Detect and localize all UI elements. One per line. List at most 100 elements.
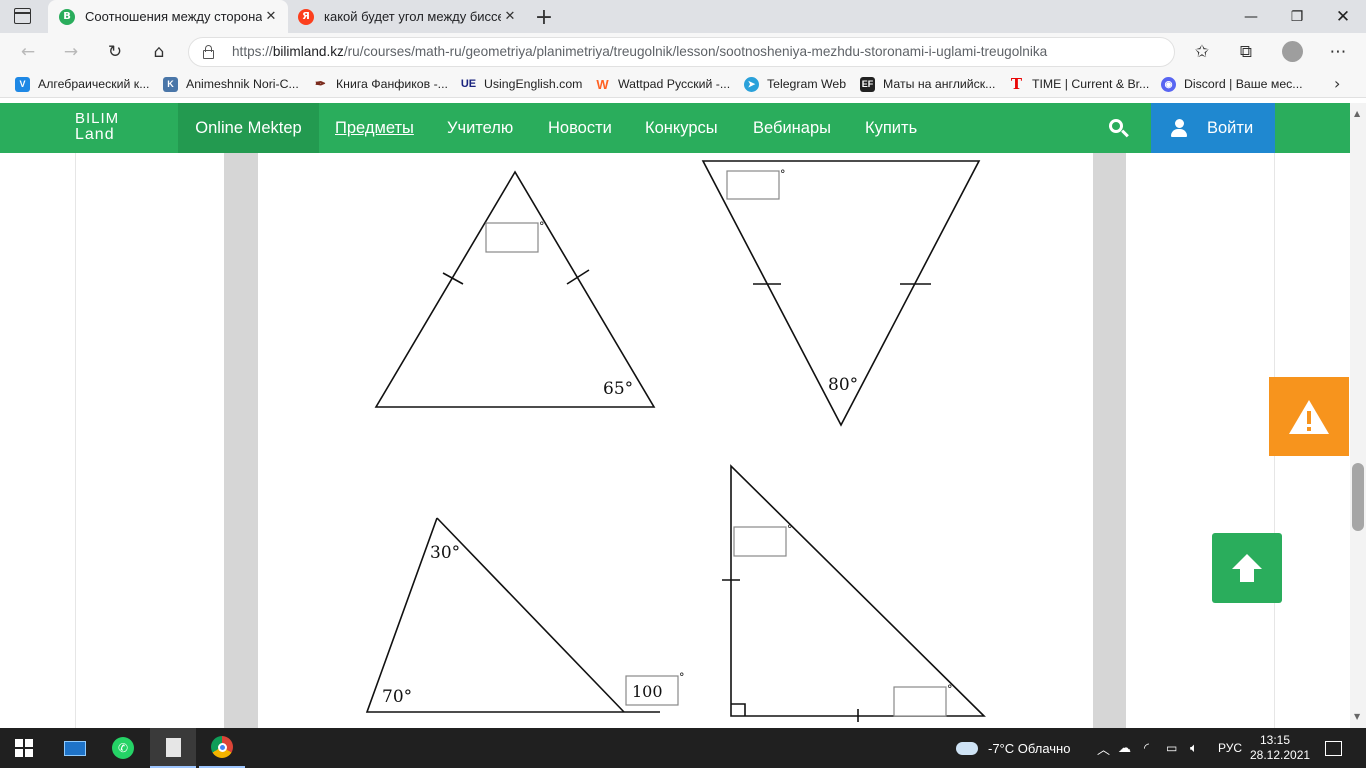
yandex-icon: Я [298,8,314,25]
onedrive-icon[interactable]: ☁ [1118,728,1131,768]
logo-line2: Land [75,126,115,143]
tick-mark [442,272,464,285]
collections-icon[interactable]: ⧉ [1231,37,1261,67]
clock-date: 28.12.2021 [1250,748,1311,762]
user-icon [1171,119,1187,137]
bookmark-item[interactable]: ✒ Книга Фанфиков -... [313,75,448,93]
favorites-icon[interactable]: ✩ [1187,37,1217,67]
bookmarks-bar: V Алгебраический к... K Animeshnik Nori-C.… [0,70,1366,98]
nav-kupit[interactable]: Купить [865,103,917,153]
lock-icon[interactable] [203,45,214,59]
scrollbar-thumb[interactable] [1352,463,1364,531]
warning-icon [1289,399,1329,434]
login-button[interactable]: Войти [1151,103,1275,153]
close-icon[interactable]: ✕ [262,8,280,26]
wifi-icon[interactable]: ◜ [1144,728,1149,768]
address-bar[interactable]: https://bilimland.kz/ru/courses/math-ru/… [188,37,1175,67]
nav-konkursy[interactable]: Конкурсы [645,103,718,153]
forward-icon[interactable]: → [56,37,86,67]
home-icon[interactable]: ⌂ [144,37,174,67]
new-tab-icon[interactable]: + [533,5,555,30]
search-icon[interactable] [1109,119,1129,139]
refresh-icon[interactable]: ↻ [100,37,130,67]
tick-mark [566,269,590,285]
answer-value-100: 100 [632,682,663,701]
answer-box-t4-bottom-right[interactable] [893,686,947,717]
cloud-icon [956,741,978,755]
notepad-app-icon[interactable] [150,728,196,768]
bookmark-item[interactable]: ◉ Discord | Ваше мес... [1161,75,1303,93]
bookmark-item[interactable]: UE UsingEnglish.com [461,75,583,93]
login-label: Войти [1207,118,1254,137]
ef-icon: EF [860,76,875,92]
bookmark-item[interactable]: EF Маты на английск... [860,75,995,93]
bookmark-label: UsingEnglish.com [484,77,583,91]
bookmark-item[interactable]: W Wattpad Русский -... [595,75,730,93]
discord-icon: ◉ [1161,76,1176,92]
triangle-exterior-3 [365,517,660,713]
weather-widget[interactable]: -7°C Облачно [956,728,1070,768]
battery-icon[interactable]: ▭ [1166,728,1177,768]
tab-active[interactable]: B Соотношения между сторонам ✕ [48,0,288,33]
tab-title: какой будет угол между биссек [324,9,501,24]
bookmark-label: Discord | Ваше мес... [1184,77,1303,91]
chevron-up-icon[interactable]: ︿ [1097,728,1110,768]
answer-box-t2-top-left[interactable] [726,170,780,200]
right-angle-mark [731,703,746,716]
nav-novosti[interactable]: Новости [548,103,612,153]
whatsapp-icon[interactable]: ✆ [112,728,134,768]
profile-avatar[interactable] [1282,41,1303,62]
nav-vebinary[interactable]: Вебинары [753,103,831,153]
triangle-side [436,517,625,713]
wattpad-icon: W [596,76,609,92]
vk-icon: K [163,76,178,92]
angle-label-70: 70° [382,687,412,707]
chrome-app-icon[interactable] [199,728,245,768]
answer-box-t1-top[interactable] [485,222,539,253]
bookmark-label: Алгебраический к... [38,77,150,91]
angle-label-30: 30° [430,543,460,563]
scroll-up-arrow[interactable]: ▲ [1354,109,1360,118]
more-menu-icon[interactable]: ⋯ [1323,37,1353,67]
url-scheme: https:// [232,44,273,59]
degree-sign: ° [539,220,545,233]
answer-box-t4-top[interactable] [733,526,787,557]
volume-icon[interactable]: 🔈︎ [1190,728,1198,768]
degree-sign: ° [787,523,793,536]
restore-icon[interactable]: ❐ [1274,0,1320,33]
scroll-top-button[interactable] [1212,533,1282,603]
degree-sign: ° [780,168,786,181]
page-scrollbar[interactable]: ▲ ▼ [1350,103,1366,728]
nav-predmety[interactable]: Предметы [335,103,414,153]
bookmark-label: Animeshnik Nori-C... [186,77,299,91]
bookmark-item[interactable]: K Animeshnik Nori-C... [163,75,299,93]
report-error-button[interactable] [1269,377,1349,456]
language-indicator[interactable]: РУС [1218,728,1242,768]
close-window-icon[interactable]: ✕ [1320,0,1366,33]
site-header: BILIM Land Online Mektep Предметы Учител… [0,103,1366,153]
notifications-icon[interactable] [1325,728,1342,768]
chevron-right-icon[interactable]: › [1334,74,1340,93]
tab-inactive[interactable]: Я какой будет угол между биссек ✕ [289,0,527,33]
bookmark-item[interactable]: V Алгебраический к... [15,75,149,93]
url-text[interactable]: https://bilimland.kz/ru/courses/math-ru/… [232,44,1047,59]
quill-icon: ✒ [315,76,326,91]
nav-uchitelyu[interactable]: Учителю [447,103,513,153]
bookmark-item[interactable]: ➤ Telegram Web [744,75,846,93]
tab-actions-icon[interactable] [14,8,31,24]
degree-sign: ° [947,683,953,696]
triangle-right-4 [730,464,986,717]
minimize-icon[interactable]: — [1228,0,1274,33]
bilimland-logo[interactable]: BILIM Land [75,111,119,143]
clock[interactable]: 13:15 28.12.2021 [1250,733,1311,763]
back-icon[interactable]: ← [13,37,43,67]
scroll-down-arrow[interactable]: ▼ [1354,712,1360,721]
mail-icon[interactable] [64,728,86,768]
close-icon[interactable]: ✕ [501,8,519,26]
nav-online-mektep[interactable]: Online Mektep [178,103,319,153]
telegram-icon: ➤ [744,76,759,92]
windows-start-icon[interactable] [15,728,33,768]
bookmark-item[interactable]: T TIME | Current & Br... [1009,75,1149,93]
url-host: bilimland.kz [272,44,344,59]
arrow-up-icon [1232,554,1262,582]
